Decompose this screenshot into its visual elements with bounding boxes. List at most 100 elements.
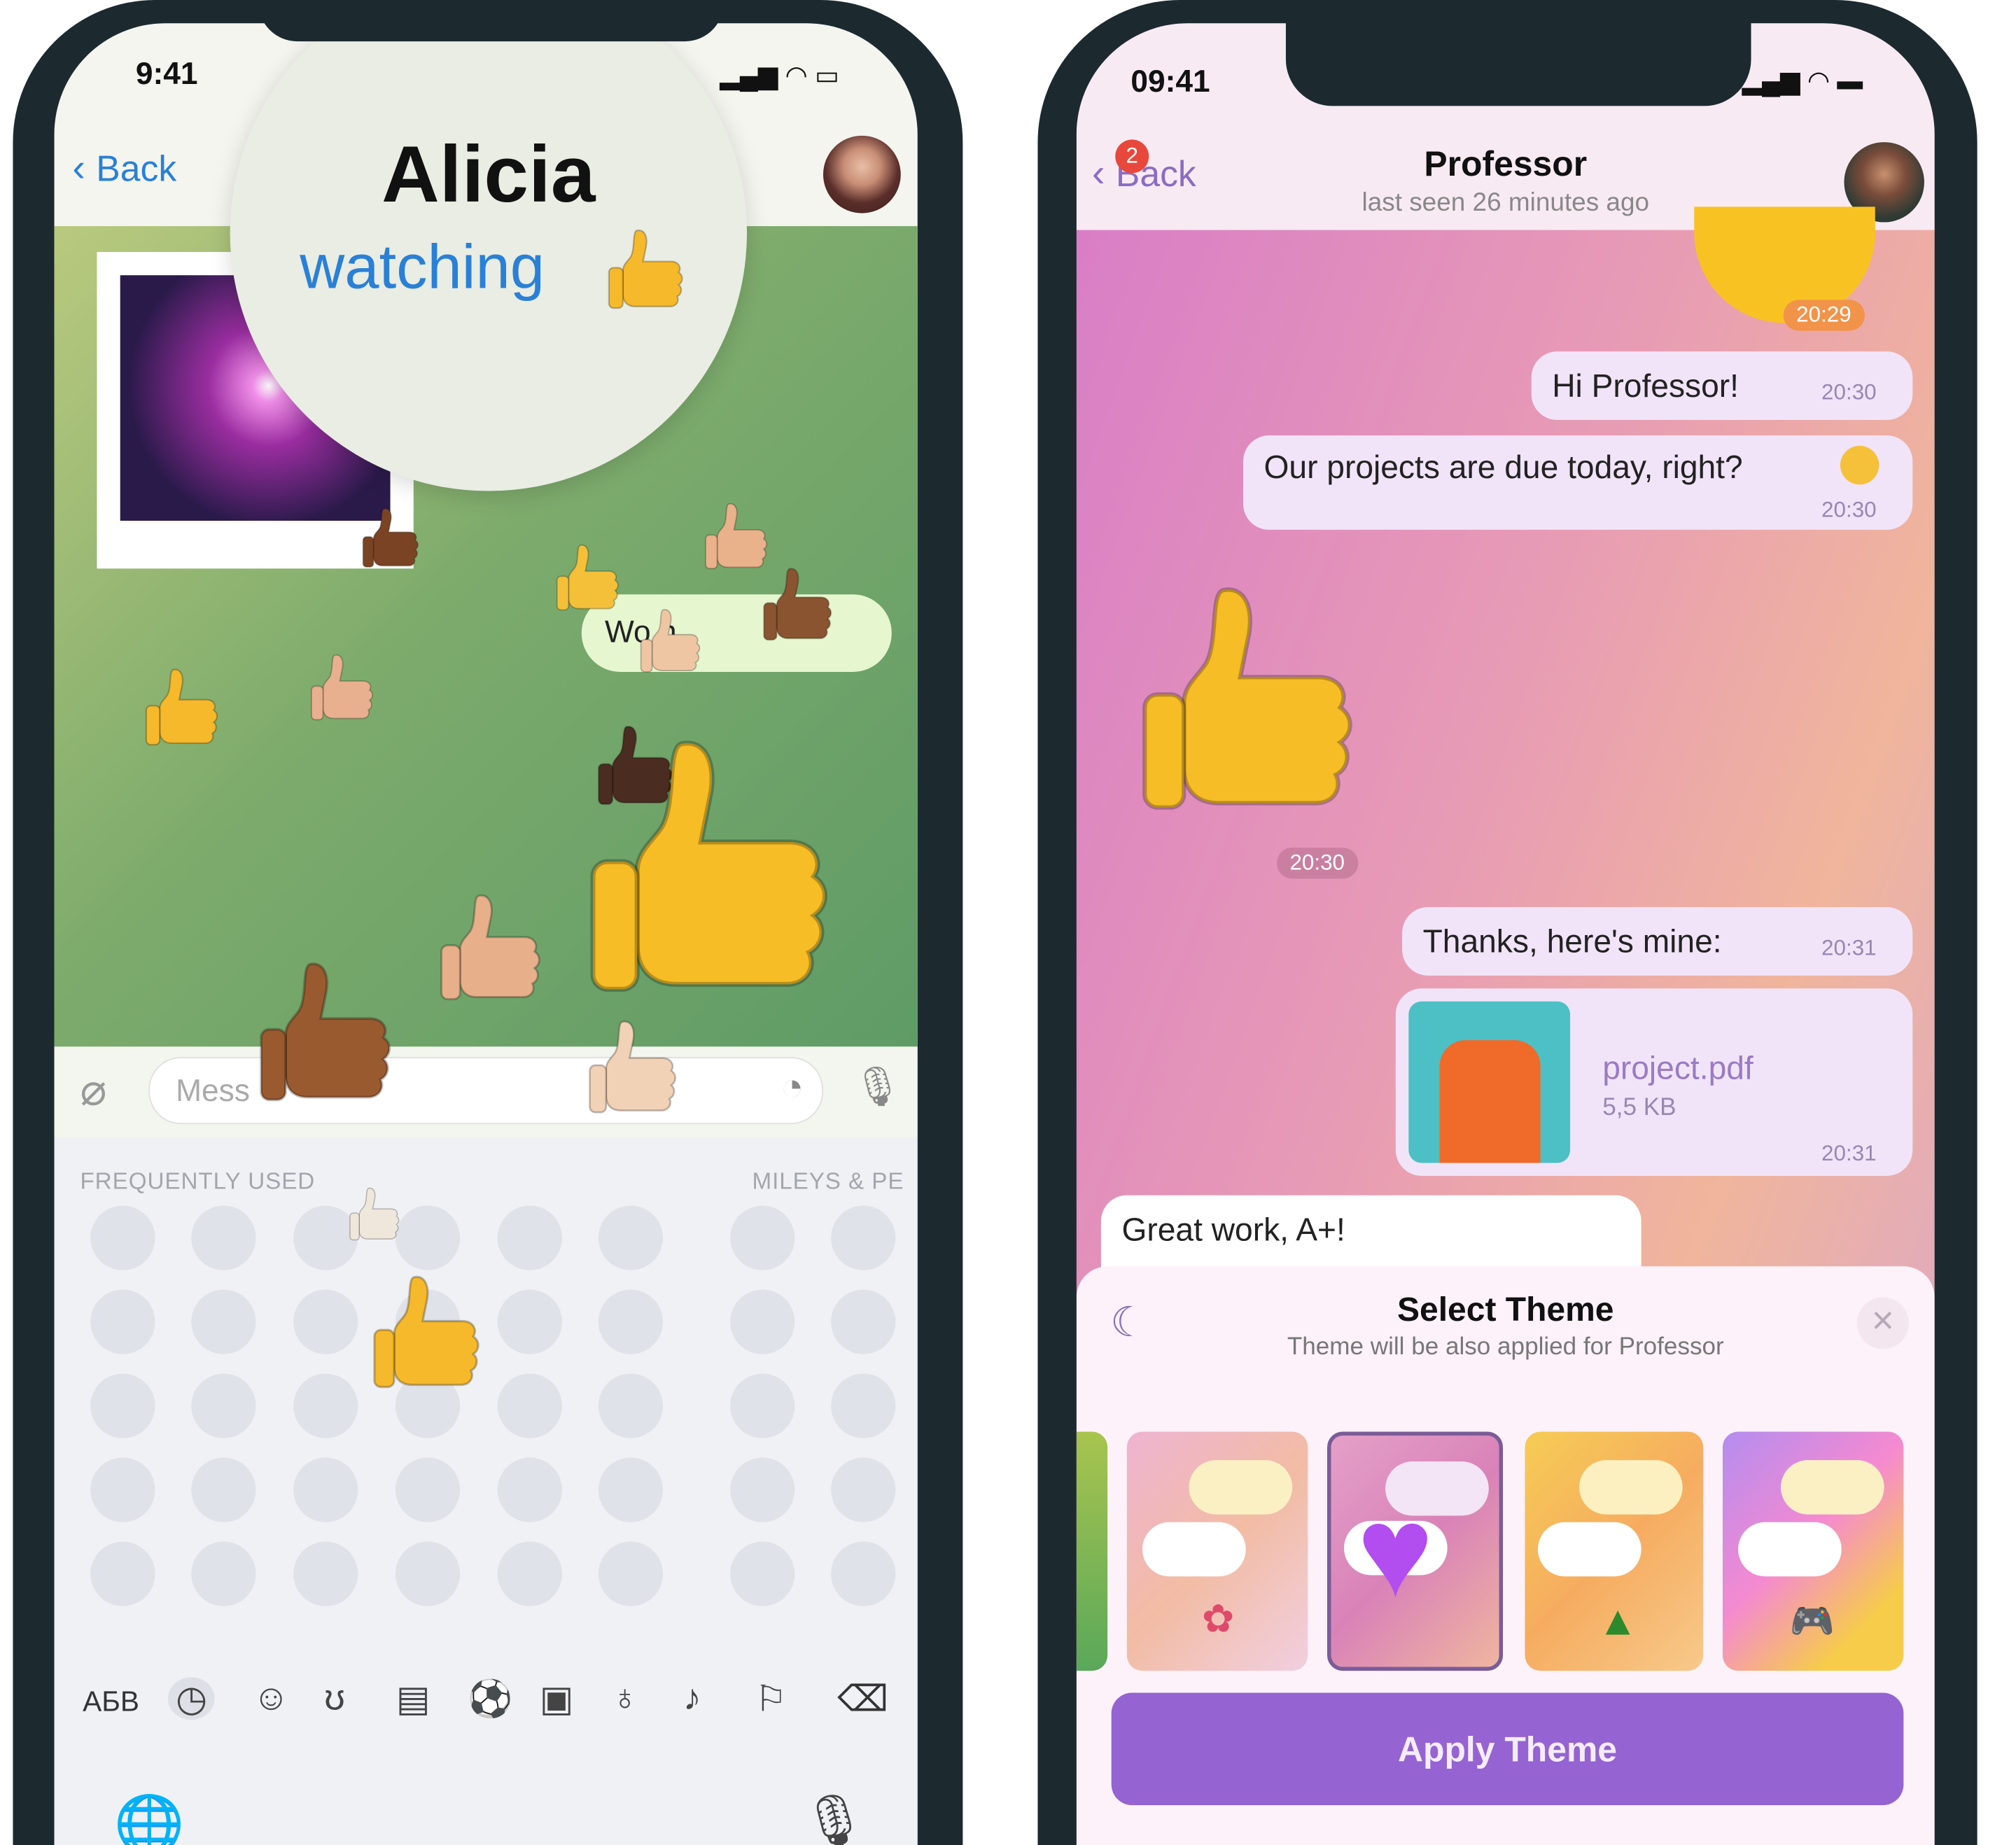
emoji-placeholder[interactable]	[395, 1541, 461, 1606]
message-bubble[interactable]: Hi Professor! 20:30	[1531, 351, 1913, 420]
sticker-icon[interactable]: ◔	[780, 1066, 804, 1110]
message-bubble[interactable]: Thanks, here's mine: 20:31	[1402, 906, 1913, 976]
emoji-placeholder[interactable]	[730, 1373, 795, 1438]
microphone-icon[interactable]: 🎙	[853, 1065, 902, 1110]
purple-heart-icon: ♥	[1357, 1479, 1434, 1625]
food-icon[interactable]: ▤	[396, 1677, 430, 1720]
message-input[interactable]: Mess ◔	[148, 1057, 823, 1125]
emoji-placeholder[interactable]	[497, 1541, 563, 1606]
emoji-keyboard: FREQUENTLY USED MILEYS & PE АБВ ◷ ☺ ʊ ▤ ⚽ ▣ ♁ ♪…	[54, 1137, 918, 1845]
thinking-face-icon	[1840, 445, 1879, 485]
emoji-placeholder[interactable]	[293, 1373, 358, 1438]
emoji-placeholder[interactable]	[831, 1373, 896, 1438]
file-thumbnail	[1408, 1001, 1571, 1163]
emoji-placeholder[interactable]	[497, 1289, 563, 1354]
car-icon[interactable]: ▣	[540, 1677, 574, 1720]
back-button[interactable]: ‹ Back	[72, 147, 176, 191]
theme-card-rose[interactable]: ✿	[1126, 1431, 1308, 1671]
emoji-placeholder[interactable]	[90, 1457, 155, 1522]
emoji-placeholder[interactable]	[598, 1541, 664, 1606]
flag-icon[interactable]: ⚐	[755, 1677, 787, 1720]
section-frequently-used: FREQUENTLY USED	[80, 1167, 316, 1194]
theme-card-heart[interactable]: ♥	[1326, 1431, 1504, 1671]
emoji-placeholder[interactable]	[293, 1457, 358, 1522]
emoji-placeholder[interactable]	[831, 1541, 896, 1606]
dictation-icon[interactable]: 🎙	[802, 1791, 867, 1845]
emoji-placeholder[interactable]	[90, 1289, 155, 1354]
emoji-placeholder[interactable]	[497, 1373, 563, 1438]
message-text: Thanks, here's mine:	[1422, 923, 1722, 960]
emoji-placeholder[interactable]	[90, 1541, 155, 1606]
theme-card-game[interactable]: 🎮	[1722, 1431, 1904, 1671]
emoji-placeholder[interactable]	[90, 1373, 155, 1438]
message-time: 20:31	[1821, 935, 1877, 960]
paperclip-icon[interactable]: ⌀	[80, 1065, 106, 1116]
right-notch	[1285, 0, 1751, 106]
emoji-placeholder[interactable]	[191, 1457, 256, 1522]
emoji-placeholder[interactable]	[730, 1205, 795, 1270]
back-label: Back	[96, 148, 177, 189]
emoji-placeholder[interactable]	[90, 1205, 155, 1270]
message-time: 20:30	[1821, 497, 1877, 522]
thumbs-up-icon	[640, 608, 702, 675]
apply-theme-button[interactable]: Apply Theme	[1111, 1692, 1904, 1806]
thumbs-up-icon	[362, 507, 420, 570]
thumbs-up-icon	[556, 542, 620, 614]
emoji-placeholder[interactable]	[598, 1289, 664, 1354]
globe-icon[interactable]: 🌐	[113, 1791, 184, 1845]
bulb-icon[interactable]: ♁	[611, 1677, 638, 1718]
emoji-placeholder[interactable]	[293, 1541, 358, 1606]
christmas-tree-icon: ▲	[1597, 1597, 1639, 1644]
emoji-placeholder[interactable]	[598, 1205, 664, 1270]
emoji-placeholder[interactable]	[831, 1289, 896, 1354]
thumbs-up-icon	[704, 501, 769, 573]
backspace-icon[interactable]: ⌫	[837, 1677, 888, 1720]
emoji-placeholder[interactable]	[191, 1205, 256, 1270]
emoji-placeholder[interactable]	[395, 1457, 461, 1522]
theme-card-partial[interactable]	[1076, 1431, 1108, 1671]
emoji-placeholder[interactable]	[730, 1289, 795, 1354]
message-text: Our projects are due today, right?	[1264, 449, 1743, 486]
input-bar: ⌀ Mess ◔ 🎙	[54, 1046, 918, 1137]
emoji-placeholder[interactable]	[730, 1541, 795, 1606]
emoji-placeholder[interactable]	[497, 1457, 563, 1522]
chevron-left-icon: ‹	[72, 147, 85, 190]
emoji-placeholder[interactable]	[831, 1457, 896, 1522]
thumbs-up-icon	[608, 227, 685, 313]
emoji-placeholder[interactable]	[730, 1457, 795, 1522]
emoji-placeholder[interactable]	[497, 1205, 563, 1270]
file-name: project.pdf	[1602, 1050, 1754, 1087]
message-bubble[interactable]: Our projects are due today, right? 20:30	[1242, 435, 1913, 530]
contact-name: Professor	[1424, 144, 1588, 184]
recent-icon[interactable]: ◷	[167, 1677, 216, 1720]
ball-icon[interactable]: ⚽	[468, 1677, 512, 1720]
message-bubble[interactable]: Wo h	[581, 594, 892, 672]
apply-theme-label: Apply Theme	[1398, 1730, 1618, 1769]
animal-icon[interactable]: ʊ	[324, 1677, 344, 1718]
section-smileys[interactable]: MILEYS & PE	[752, 1168, 904, 1195]
emoji-placeholder[interactable]	[191, 1373, 256, 1438]
thumbs-up-icon	[762, 566, 834, 645]
abc-key[interactable]: АБВ	[83, 1685, 139, 1718]
message-time: 20:30	[1821, 379, 1877, 405]
file-message[interactable]: project.pdf 5,5 KB 20:31	[1395, 988, 1913, 1176]
contact-avatar[interactable]	[822, 135, 901, 213]
emoji-placeholder[interactable]	[191, 1541, 256, 1606]
emoji-placeholder[interactable]	[293, 1289, 358, 1354]
thumbs-up-sticker[interactable]	[1136, 582, 1362, 821]
smiley-icon[interactable]: ☺	[253, 1677, 290, 1718]
thumbs-up-icon	[372, 1272, 482, 1394]
input-placeholder: Mess	[176, 1074, 250, 1109]
emoji-placeholder[interactable]	[395, 1205, 461, 1270]
thumbs-up-icon	[349, 1186, 400, 1243]
emoji-placeholder[interactable]	[831, 1205, 896, 1270]
message-time: 20:29	[1783, 300, 1865, 331]
close-button[interactable]: ×	[1856, 1297, 1909, 1349]
symbols-icon[interactable]: ♪	[683, 1677, 701, 1718]
thumbs-up-icon	[145, 667, 220, 750]
emoji-placeholder[interactable]	[191, 1289, 256, 1354]
left-notch	[258, 0, 724, 42]
emoji-placeholder[interactable]	[598, 1457, 664, 1522]
emoji-placeholder[interactable]	[598, 1373, 664, 1438]
theme-card-tree[interactable]: ▲	[1525, 1431, 1704, 1671]
